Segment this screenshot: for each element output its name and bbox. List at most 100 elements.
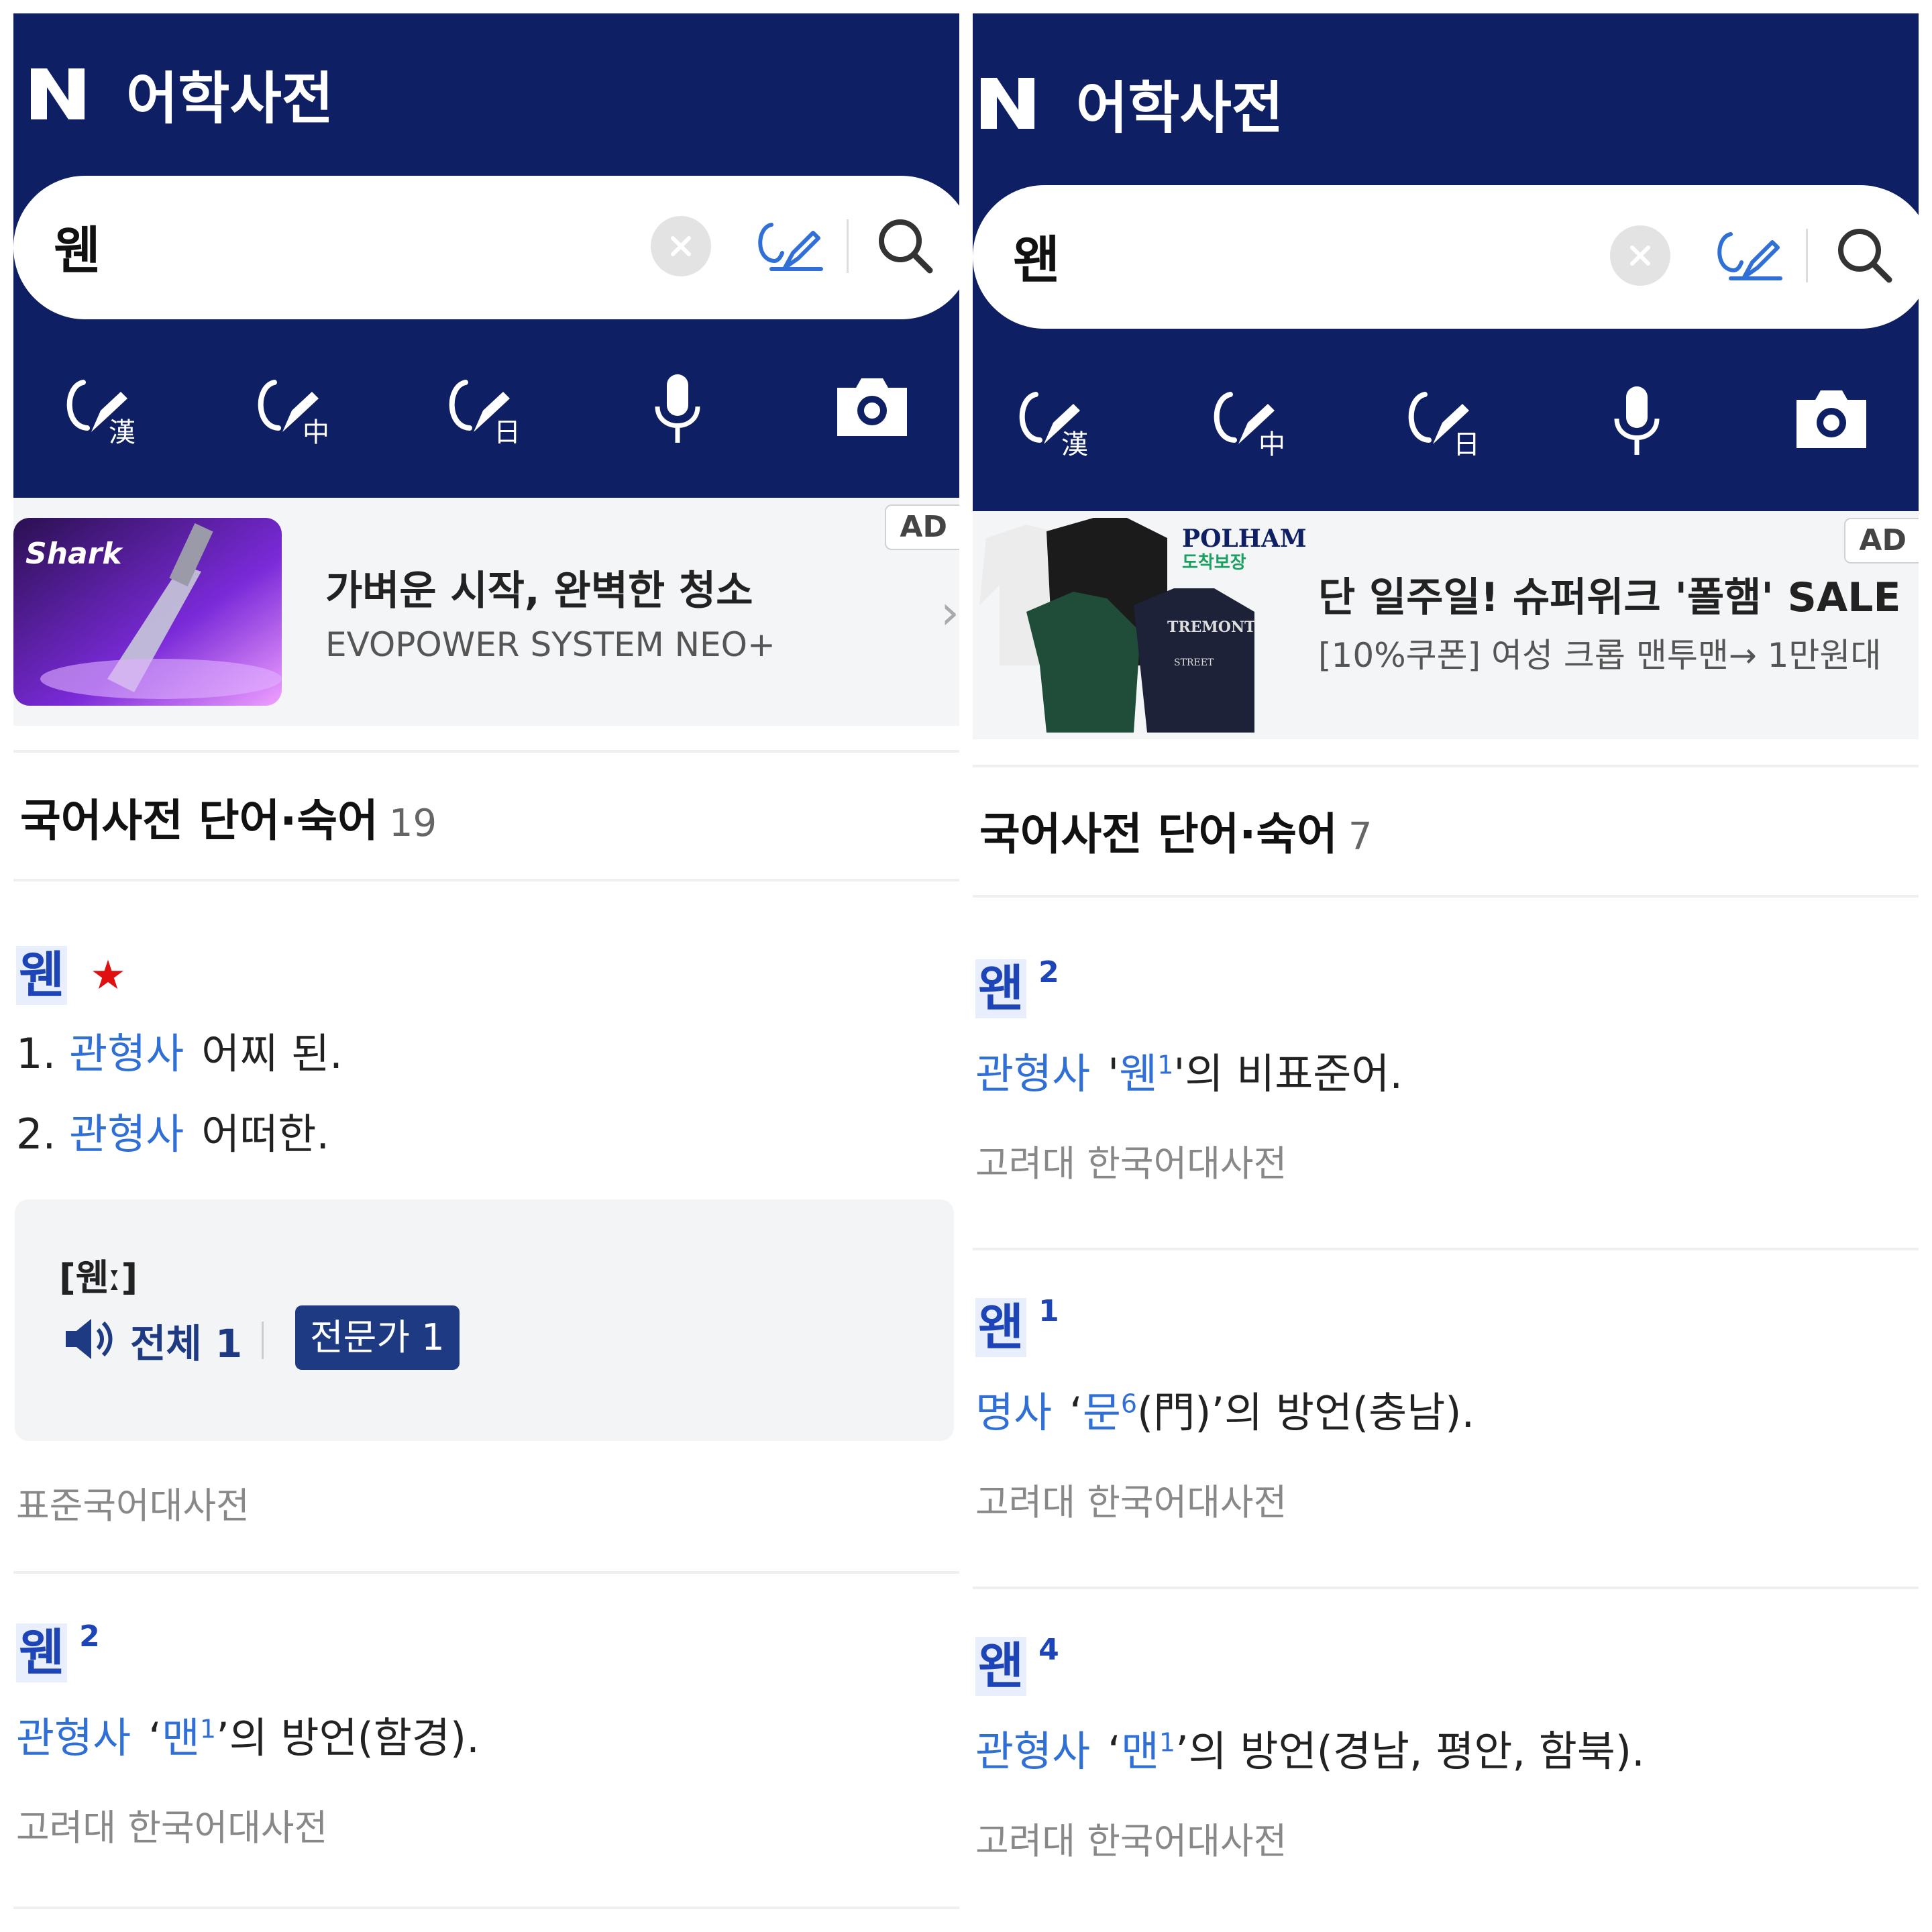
part-of-speech[interactable]: 관형사 xyxy=(975,1049,1090,1098)
part-of-speech[interactable]: 관형사 xyxy=(69,1110,184,1159)
definition: 명사 ‘문6(門)’의 방언(충남). xyxy=(975,1388,1475,1437)
part-of-speech[interactable]: 명사 xyxy=(975,1388,1052,1437)
handwriting-icon[interactable] xyxy=(1711,222,1784,289)
input-tools: 漢 中 日 xyxy=(13,369,959,449)
section-title: 국어사전 단어·숙어 19 xyxy=(20,785,437,849)
ad-title[interactable]: 단 일주일! 슈퍼위크 '폴햄' SALE xyxy=(1318,565,1901,623)
hanja-handwriting-icon[interactable]: 漢 xyxy=(1013,381,1100,462)
divider xyxy=(973,765,1919,767)
result-count: 7 xyxy=(1348,815,1373,859)
search-input[interactable]: 왠 xyxy=(1013,219,1060,292)
star-icon: ★ xyxy=(90,952,126,999)
n-logo-icon[interactable] xyxy=(27,63,89,125)
microphone-icon[interactable] xyxy=(1603,381,1690,462)
headword[interactable]: 웬 xyxy=(16,1623,68,1682)
chinese-handwriting-icon[interactable]: 中 xyxy=(252,369,339,449)
app-header: 어학사전 웬 漢 中 日 xyxy=(13,13,959,498)
japanese-handwriting-icon[interactable]: 日 xyxy=(1402,381,1489,462)
definition: 관형사 '웬1'의 비표준어. xyxy=(975,1049,1403,1098)
ad-image[interactable]: TREMONT STREET POLHAM 도착보장 xyxy=(973,511,1307,739)
clear-icon[interactable] xyxy=(1610,225,1670,286)
camera-icon[interactable] xyxy=(832,369,919,449)
search-icon[interactable] xyxy=(872,213,939,280)
reference-sup: 1 xyxy=(1157,1050,1174,1080)
ad-title[interactable]: 가벼운 시작, 완벽한 청소 xyxy=(325,558,753,616)
ad-banner[interactable]: TREMONT STREET POLHAM 도착보장 단 일주일! 슈퍼위크 '… xyxy=(973,511,1919,739)
section-title-text: 국어사전 단어·숙어 xyxy=(20,795,378,847)
divider xyxy=(973,895,1919,898)
camera-icon[interactable] xyxy=(1791,381,1878,462)
right-screen: 어학사전 왠 漢 中 日 TREMONT STREET POLHAM 도착보장 … xyxy=(973,13,1919,1925)
audio-all-button[interactable]: 전체 1 xyxy=(130,1312,242,1368)
entry-headword[interactable]: 웬 ★ xyxy=(16,946,126,1005)
part-of-speech[interactable]: 관형사 xyxy=(69,1029,184,1078)
dictionary-source[interactable]: 고려대 한국어대사전 xyxy=(16,1798,327,1851)
definition-text: 의 비표준어. xyxy=(1185,1049,1403,1098)
pronunciation: [웬ː] xyxy=(59,1256,138,1299)
dictionary-source[interactable]: 고려대 한국어대사전 xyxy=(975,1134,1287,1187)
headword[interactable]: 웬 xyxy=(16,946,68,1005)
search-icon[interactable] xyxy=(1831,222,1898,289)
ad-badge[interactable]: AD xyxy=(1844,518,1919,564)
ad-subtitle[interactable]: [10%쿠폰] 여성 크롭 맨투맨→ 1만원대 xyxy=(1318,629,1881,677)
microphone-icon[interactable] xyxy=(644,369,731,449)
reference-link[interactable]: 문 xyxy=(1083,1388,1121,1437)
divider xyxy=(262,1322,264,1359)
ad-image[interactable]: Shark xyxy=(13,518,282,706)
divider xyxy=(973,1248,1919,1250)
definition-text: 의 방언(함경). xyxy=(229,1713,480,1762)
search-bar[interactable]: 웬 xyxy=(13,176,959,319)
reference-link[interactable]: 맨 xyxy=(1121,1727,1159,1776)
entry-headword[interactable]: 왠 2 xyxy=(975,955,1059,1018)
n-logo-icon[interactable] xyxy=(977,72,1038,134)
speaker-icon[interactable] xyxy=(62,1312,115,1366)
hanja-handwriting-icon[interactable]: 漢 xyxy=(60,369,148,449)
homonym-number: 2 xyxy=(79,1619,100,1654)
search-divider xyxy=(847,219,849,273)
part-of-speech[interactable]: 관형사 xyxy=(975,1727,1090,1776)
svg-text:日: 日 xyxy=(1453,429,1480,460)
definition-2: 2. 관형사 어떠한. xyxy=(16,1100,329,1161)
svg-text:中: 中 xyxy=(1258,429,1285,460)
definition: 관형사 ‘맨1’의 방언(경남, 평안, 함북). xyxy=(975,1727,1645,1776)
handwriting-icon[interactable] xyxy=(751,213,825,280)
dictionary-source[interactable]: 고려대 한국어대사전 xyxy=(975,1472,1287,1525)
svg-text:日: 日 xyxy=(494,417,521,448)
reference-hanja: (門) xyxy=(1137,1388,1212,1437)
headword[interactable]: 왠 xyxy=(975,1637,1027,1696)
entry-headword[interactable]: 왠 4 xyxy=(975,1633,1059,1696)
entry-headword[interactable]: 왠 1 xyxy=(975,1294,1059,1357)
definition: 관형사 ‘맨1’의 방언(함경). xyxy=(16,1713,480,1762)
dictionary-source[interactable]: 표준국어대사전 xyxy=(16,1476,250,1529)
result-count: 19 xyxy=(388,802,437,845)
pronunciation-box: [웬ː] 전체 1 전문가 1 xyxy=(15,1199,954,1441)
headword[interactable]: 왠 xyxy=(975,959,1027,1018)
dictionary-source[interactable]: 고려대 한국어대사전 xyxy=(975,1811,1287,1864)
ad-banner[interactable]: Shark 가벼운 시작, 완벽한 청소 EVOPOWER SYSTEM NEO… xyxy=(13,498,959,726)
search-bar[interactable]: 왠 xyxy=(973,185,1919,329)
expert-audio-button[interactable]: 전문가 1 xyxy=(295,1305,460,1370)
ad-subtitle[interactable]: EVOPOWER SYSTEM NEO+ xyxy=(325,625,775,664)
ad-badge[interactable]: AD xyxy=(885,504,959,550)
svg-text:漢: 漢 xyxy=(1061,429,1088,460)
section-title: 국어사전 단어·숙어 7 xyxy=(979,798,1372,863)
divider xyxy=(13,750,959,753)
japanese-handwriting-icon[interactable]: 日 xyxy=(443,369,530,449)
reference-sup: 1 xyxy=(199,1714,217,1744)
sense-number: 2. xyxy=(16,1110,56,1159)
headword[interactable]: 왠 xyxy=(975,1298,1027,1357)
app-title: 어학사전 xyxy=(1076,74,1284,141)
chevron-right-icon[interactable]: › xyxy=(941,585,959,640)
chinese-handwriting-icon[interactable]: 中 xyxy=(1208,381,1295,462)
clear-icon[interactable] xyxy=(651,216,711,276)
definition-text: 의 방언(충남). xyxy=(1224,1388,1475,1437)
reference-link[interactable]: 맨 xyxy=(162,1713,200,1762)
reference-link[interactable]: 웬 xyxy=(1119,1049,1157,1098)
ad-brand-logo: Shark xyxy=(25,537,122,571)
definition-text: 어찌 된. xyxy=(201,1029,343,1078)
part-of-speech[interactable]: 관형사 xyxy=(16,1713,131,1762)
entry-headword[interactable]: 웬 2 xyxy=(16,1619,100,1682)
section-title-text: 국어사전 단어·숙어 xyxy=(979,808,1338,860)
search-input[interactable]: 웬 xyxy=(54,209,101,283)
homonym-number: 1 xyxy=(1038,1294,1059,1328)
